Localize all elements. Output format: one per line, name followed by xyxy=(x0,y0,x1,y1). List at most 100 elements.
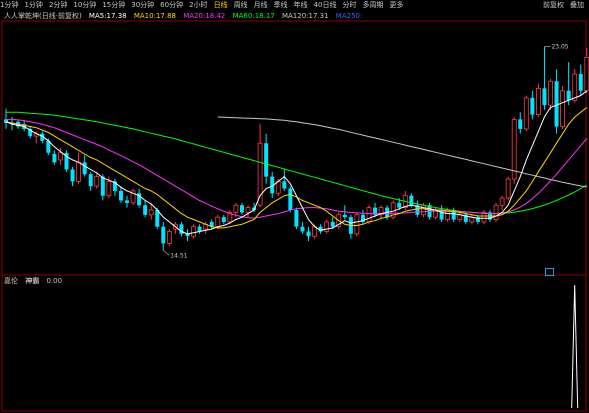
toolbar-right-0[interactable]: 前复权 xyxy=(543,0,564,11)
period-tab-8[interactable]: 日线 xyxy=(214,0,228,11)
candle-body xyxy=(161,226,166,244)
candle-body xyxy=(215,216,221,228)
period-tab-13[interactable]: 40日线 xyxy=(314,0,337,11)
candle-body xyxy=(82,162,87,175)
ma20-line xyxy=(6,118,588,219)
candle-body xyxy=(148,209,154,216)
period-tab-15[interactable]: 多周期 xyxy=(362,0,383,11)
toolbar-right-1[interactable]: 叠加 xyxy=(570,0,584,11)
candle-body xyxy=(294,210,299,227)
period-tab-16[interactable]: 更多 xyxy=(389,0,403,11)
low-price-label-leader xyxy=(163,250,170,256)
candle-body xyxy=(342,214,347,218)
candle-body xyxy=(143,205,148,215)
candle-body xyxy=(300,226,305,232)
legend-ma10: MA10:17.88 xyxy=(133,12,176,20)
candle-body xyxy=(536,87,541,116)
legend-ma120: MA120:17.31 xyxy=(281,12,329,20)
period-tab-9[interactable]: 周线 xyxy=(234,0,248,11)
candle-body xyxy=(233,204,239,213)
candle-body xyxy=(306,231,311,237)
candle-body xyxy=(245,207,251,213)
indicator-legend: 嘉伦 神霸 0.00 xyxy=(4,276,67,286)
candle-body xyxy=(155,210,160,227)
candle-body xyxy=(560,90,565,127)
candle-body xyxy=(366,207,372,223)
indicator-group xyxy=(571,284,579,409)
candle-body xyxy=(88,174,93,187)
candle-body xyxy=(70,169,75,182)
main-panel-frame xyxy=(1,20,587,276)
period-tab-14[interactable]: 分时 xyxy=(342,0,356,11)
period-tab-11[interactable]: 季线 xyxy=(274,0,288,11)
candle-body xyxy=(125,200,129,203)
candles-group xyxy=(4,46,589,251)
legend-ma5: MA5:17.38 xyxy=(88,12,127,20)
candle-body xyxy=(166,231,172,244)
candle-body xyxy=(578,74,583,91)
period-tab-3[interactable]: 10分钟 xyxy=(73,0,96,11)
period-tab-6[interactable]: 60分钟 xyxy=(160,0,183,11)
candle-body xyxy=(548,80,553,106)
low-price-label: 14.51 xyxy=(170,252,187,259)
period-tab-12[interactable]: 年线 xyxy=(294,0,308,11)
candle-body xyxy=(324,221,330,232)
candle-body xyxy=(191,226,196,237)
candle-body xyxy=(94,176,100,187)
indicator-spike xyxy=(571,284,579,409)
toolbar-right: 前复权 叠加 xyxy=(540,0,587,11)
candle-body xyxy=(264,143,269,177)
legend-title: 人人掌乾坤(日线·前复权) xyxy=(4,12,82,20)
candle-body xyxy=(52,153,57,163)
candle-body xyxy=(518,119,523,129)
candle-body xyxy=(288,188,293,210)
candle-body xyxy=(58,152,63,161)
period-toolbar: 1分钟 1分钟 2分钟 10分钟 15分钟 30分钟 60分钟 2小时 日线 周线 月线 季线 年线 40… xyxy=(0,0,589,11)
panel-toggle-icon[interactable] xyxy=(545,268,554,276)
legend-ma60: MA60:18.17 xyxy=(232,12,275,20)
candle-body xyxy=(118,190,123,201)
ma60-line xyxy=(6,111,588,215)
candle-body xyxy=(106,180,112,197)
candle-body xyxy=(312,226,317,237)
ma120-line xyxy=(217,116,587,188)
high-price-label: 23.05 xyxy=(551,44,568,51)
period-tab-5[interactable]: 30分钟 xyxy=(131,0,154,11)
legend-ma20: MA20:18.42 xyxy=(183,12,226,20)
period-tab-7[interactable]: 2小时 xyxy=(189,0,207,11)
candle-body xyxy=(554,81,559,127)
candle-body xyxy=(397,202,402,208)
candle-body xyxy=(572,73,578,101)
candle-body xyxy=(511,118,517,180)
candle-body xyxy=(221,217,226,222)
candle-body xyxy=(282,181,287,189)
candle-body xyxy=(505,178,511,199)
indicator-value: 0.00 xyxy=(46,277,63,285)
period-tab-1[interactable]: 1分钟 xyxy=(24,0,42,11)
ma-legend: 人人掌乾坤(日线·前复权) MA5:17.38 MA10:17.88 MA20:… xyxy=(4,11,584,21)
candle-body xyxy=(354,214,360,235)
candle-body xyxy=(330,221,335,227)
candle-body xyxy=(421,204,426,216)
candle-body xyxy=(566,90,571,101)
indicator-name: 嘉伦 xyxy=(4,277,18,285)
annotations-group: 23.05 14.51 xyxy=(163,44,569,259)
candle-body xyxy=(542,88,547,106)
period-tab-2[interactable]: 2分钟 xyxy=(49,0,67,11)
candle-body xyxy=(100,176,105,196)
candle-body xyxy=(584,56,589,92)
candle-body xyxy=(523,97,529,130)
indicator-panel-frame xyxy=(1,274,587,412)
candle-body xyxy=(76,161,81,182)
candle-body xyxy=(530,97,535,115)
period-tab-4[interactable]: 15分钟 xyxy=(102,0,125,11)
legend-ma250: MA250: xyxy=(335,12,363,20)
indicator-label: 神霸 xyxy=(25,277,40,285)
candle-body xyxy=(493,204,499,220)
candle-body xyxy=(499,197,505,206)
chart-svg: 23.05 14.51 xyxy=(1,20,589,412)
period-tab-0[interactable]: 1分钟 xyxy=(0,0,18,11)
candle-body xyxy=(239,205,244,213)
period-tab-10[interactable]: 月线 xyxy=(254,0,268,11)
candle-body xyxy=(409,195,414,206)
